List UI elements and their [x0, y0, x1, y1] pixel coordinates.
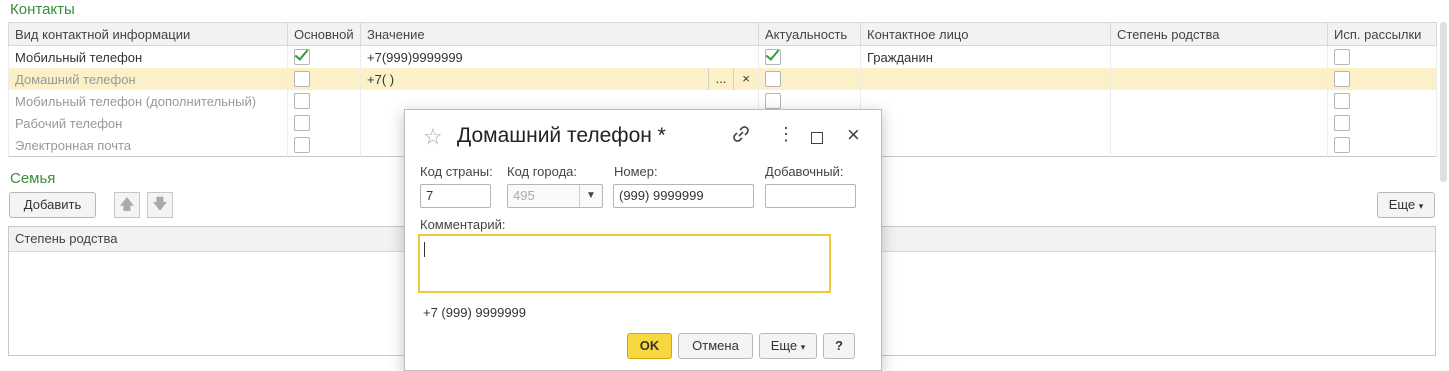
column-header[interactable]: Актуальность — [758, 22, 861, 46]
dialog-more-button[interactable]: Еще ▾ — [759, 333, 817, 359]
add-family-button[interactable]: Добавить — [9, 192, 96, 218]
main-checkbox[interactable] — [294, 115, 310, 132]
country-code-label: Код страны: — [420, 164, 493, 179]
more-vert-icon[interactable]: ⋮ — [777, 124, 795, 145]
star-icon[interactable]: ☆ — [423, 124, 443, 150]
comment-textarea[interactable] — [418, 234, 831, 293]
select-button[interactable]: ... — [708, 68, 733, 90]
actual-checkbox[interactable] — [765, 71, 781, 88]
table-row[interactable]: Мобильный телефон +7(999)9999999 Гражданин — [8, 45, 1437, 68]
number-label: Номер: — [614, 164, 658, 179]
vertical-scrollbar[interactable] — [1440, 22, 1447, 182]
column-header[interactable]: Степень родства — [1110, 22, 1328, 46]
city-code-select[interactable]: 495 ▼ — [507, 184, 603, 208]
main-checkbox[interactable] — [294, 137, 310, 154]
relation-cell[interactable] — [1110, 90, 1328, 112]
mailing-checkbox[interactable] — [1334, 137, 1350, 154]
contact-person-cell[interactable] — [860, 90, 1111, 112]
relation-cell[interactable] — [1110, 45, 1328, 68]
column-header[interactable]: Значение — [360, 22, 759, 46]
dialog-more-label: Еще — [770, 338, 798, 353]
contact-type-cell[interactable]: Электронная почта — [8, 134, 288, 157]
actual-cell — [758, 68, 861, 90]
comment-label: Комментарий: — [420, 217, 506, 232]
contact-person-cell[interactable] — [860, 68, 1111, 90]
contact-type-cell[interactable]: Рабочий телефон — [8, 112, 288, 134]
column-header[interactable]: Контактное лицо — [860, 22, 1111, 46]
city-code-label: Код города: — [507, 164, 578, 179]
family-more-button[interactable]: Еще ▾ — [1377, 192, 1435, 218]
text-caret — [424, 242, 425, 257]
mailing-cell — [1327, 45, 1437, 68]
contacts-header-row: Вид контактной информации Основной Значени… — [8, 22, 1437, 46]
column-header[interactable]: Вид контактной информации — [8, 22, 288, 46]
mailing-cell — [1327, 68, 1437, 90]
contact-person-cell[interactable] — [860, 134, 1111, 157]
main-cell — [287, 112, 361, 134]
ok-button[interactable]: OK — [627, 333, 672, 359]
main-cell — [287, 68, 361, 90]
actual-checkbox[interactable] — [765, 93, 781, 110]
main-cell — [287, 90, 361, 112]
cancel-button[interactable]: Отмена — [678, 333, 753, 359]
chevron-down-icon[interactable]: ▼ — [579, 185, 602, 207]
mailing-cell — [1327, 134, 1437, 157]
chevron-down-icon: ▾ — [800, 342, 806, 352]
contact-person-cell[interactable]: Гражданин — [860, 45, 1111, 68]
column-header[interactable]: Основной — [287, 22, 361, 46]
contact-type-cell[interactable]: Домашний телефон — [8, 68, 288, 90]
extension-label: Добавочный: — [765, 164, 844, 179]
relation-cell[interactable] — [1110, 112, 1328, 134]
city-code-placeholder: 495 — [513, 188, 535, 203]
extension-input[interactable] — [765, 184, 856, 208]
arrow-down-icon: 🡇 — [152, 196, 168, 213]
contact-person-cell[interactable] — [860, 112, 1111, 134]
family-more-label: Еще — [1388, 197, 1416, 212]
contact-type-cell[interactable]: Мобильный телефон (дополнительный) — [8, 90, 288, 112]
family-section-title: Семья — [10, 170, 56, 187]
country-code-input[interactable]: 7 — [420, 184, 491, 208]
phone-preview: +7 (999) 9999999 — [423, 305, 527, 320]
number-input[interactable]: (999) 9999999 — [613, 184, 754, 208]
mailing-checkbox[interactable] — [1334, 93, 1350, 110]
clear-icon[interactable]: × — [733, 68, 758, 90]
mailing-checkbox[interactable] — [1334, 115, 1350, 132]
actual-cell — [758, 45, 861, 68]
value-cell[interactable]: +7(999)9999999 — [360, 45, 759, 68]
main-cell — [287, 45, 361, 68]
dialog-title: Домашний телефон * — [457, 124, 666, 147]
column-header[interactable]: Исп. рассылки — [1327, 22, 1437, 46]
contacts-section-title: Контакты — [10, 1, 75, 18]
relation-cell[interactable] — [1110, 68, 1328, 90]
main-checkbox[interactable] — [294, 49, 310, 66]
mailing-checkbox[interactable] — [1334, 49, 1350, 66]
contact-type-cell[interactable]: Мобильный телефон — [8, 45, 288, 68]
mailing-cell — [1327, 90, 1437, 112]
main-checkbox[interactable] — [294, 93, 310, 110]
mailing-checkbox[interactable] — [1334, 71, 1350, 88]
chevron-down-icon: ▾ — [1418, 201, 1424, 211]
relation-cell[interactable] — [1110, 134, 1328, 157]
close-icon[interactable]: × — [847, 122, 860, 148]
main-checkbox[interactable] — [294, 71, 310, 88]
home-phone-dialog: ☆ Домашний телефон * ⋮ × Код страны: Код… — [404, 109, 882, 371]
move-down-button[interactable]: 🡇 — [147, 192, 173, 218]
actual-checkbox[interactable] — [765, 49, 781, 66]
link-icon[interactable] — [731, 124, 751, 149]
mailing-cell — [1327, 112, 1437, 134]
help-button[interactable]: ? — [823, 333, 855, 359]
main-cell — [287, 134, 361, 157]
value-text: +7( ) — [367, 71, 395, 87]
move-up-button[interactable]: 🡅 — [114, 192, 140, 218]
arrow-up-icon: 🡅 — [119, 196, 135, 213]
table-row[interactable]: Домашний телефон +7( )... × — [8, 68, 1437, 90]
value-cell-editor[interactable]: +7( )... × — [360, 68, 759, 90]
maximize-icon[interactable] — [811, 128, 823, 149]
